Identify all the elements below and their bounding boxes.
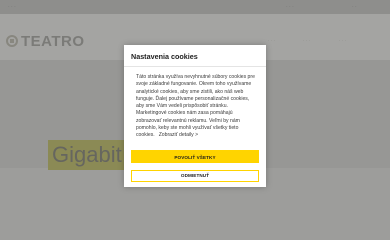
accept-all-button[interactable]: POVOLIŤ VŠETKY [131,150,259,163]
dialog-header: Nastavenia cookies [124,45,266,67]
nav-item: · · · [268,38,275,43]
decline-button[interactable]: ODMIETNUŤ [131,170,259,182]
top-bar-right-link: · · [352,4,357,10]
top-bar-right-link: · · · [286,4,294,10]
top-bar-left-text: · · · [8,4,16,10]
logo-text: TEATRO [21,32,85,50]
show-details-link[interactable]: Zobraziť detaily > [155,132,198,138]
dialog-body: Táto stránka využíva nevyhnutné súbory c… [136,74,258,140]
top-bar: · · · · · · · · [0,0,390,14]
logo-mark-icon [6,35,18,47]
nav-item: · · · [339,38,346,43]
nav-item: · · · [303,38,310,43]
hero-title: Gigabit [48,140,126,170]
dialog-body-text: Táto stránka využíva nevyhnutné súbory c… [136,74,255,139]
dialog-title: Nastavenia cookies [131,52,198,61]
site-logo: TEATRO [6,32,85,50]
cookie-consent-dialog: Nastavenia cookies Táto stránka využíva … [124,45,266,187]
